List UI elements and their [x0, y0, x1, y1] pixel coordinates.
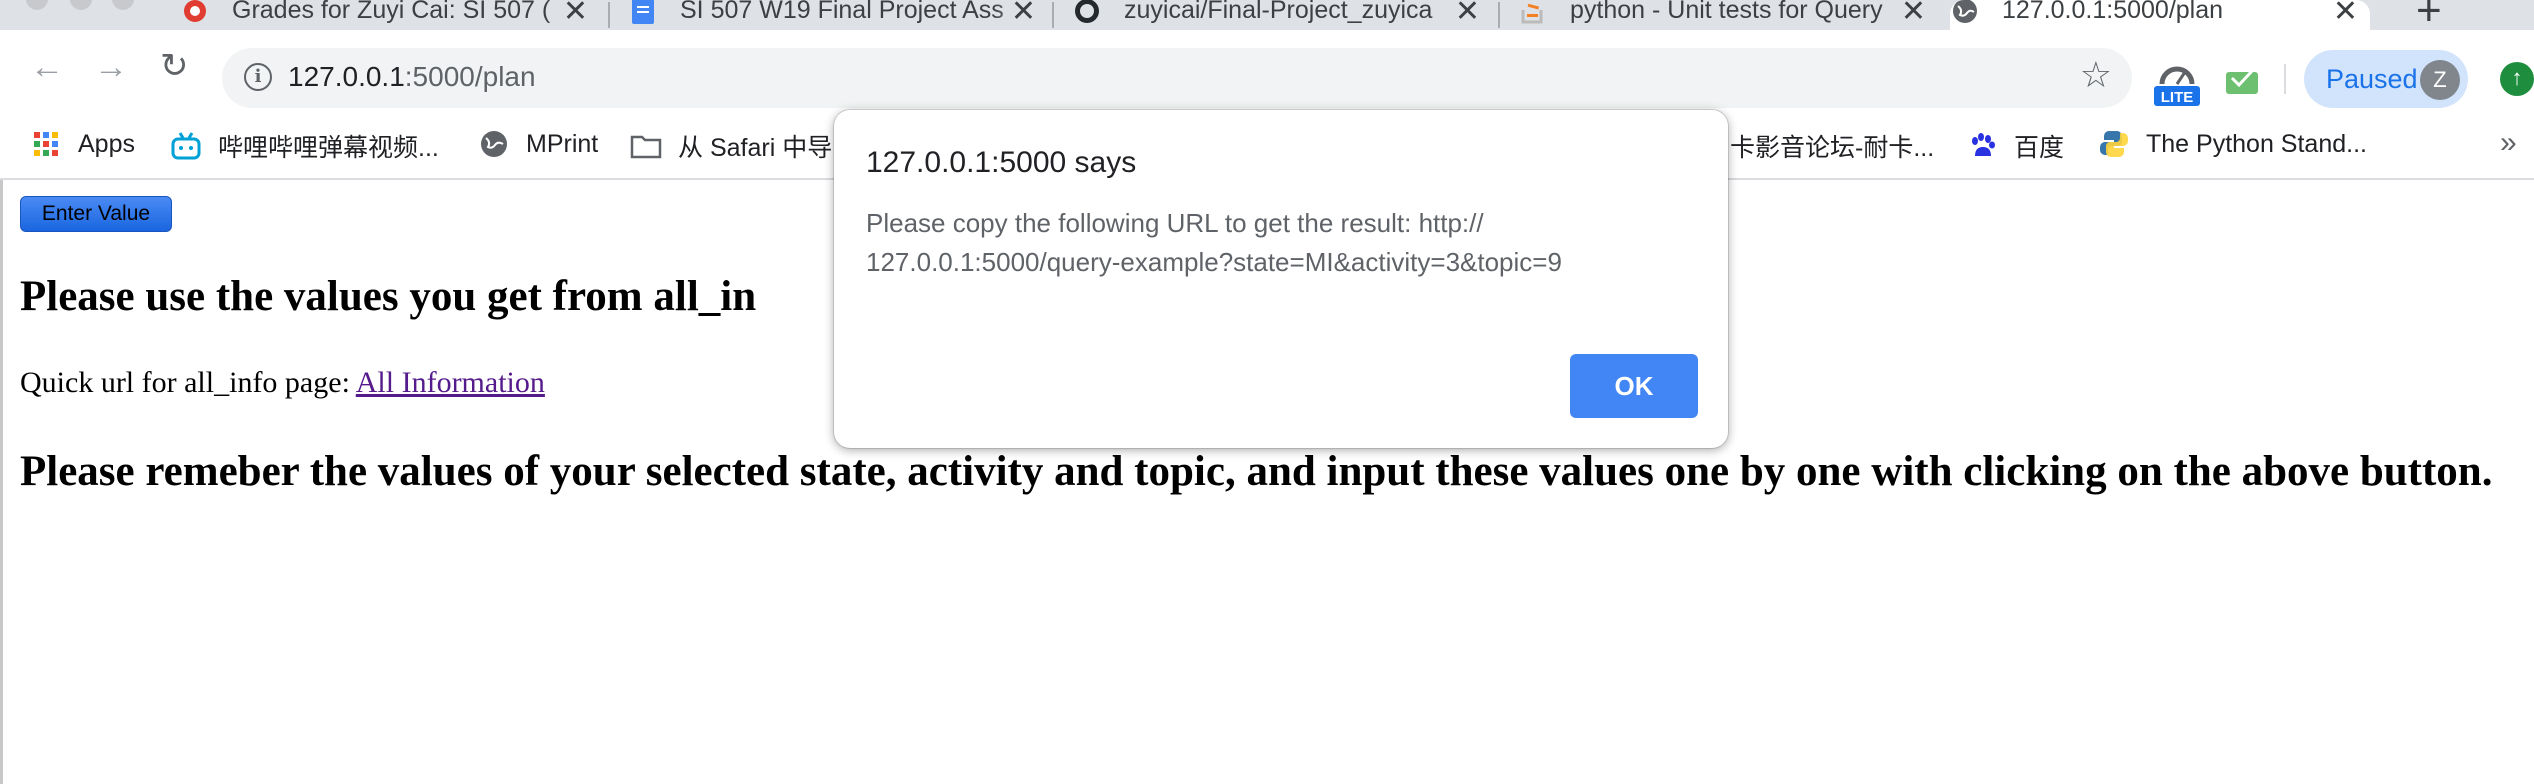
bookmark-safari-folder[interactable]: 从 Safari 中导 — [630, 128, 832, 164]
url-text[interactable]: 127.0.0.1:5000/plan — [288, 61, 536, 93]
address-bar[interactable]: i 127.0.0.1:5000/plan ☆ — [222, 48, 2132, 108]
close-icon[interactable]: ✕ — [1901, 0, 1926, 29]
quick-url-prefix: Quick url for all_info page: — [20, 366, 356, 399]
reload-icon[interactable]: ↻ — [160, 46, 189, 86]
globe-icon — [478, 128, 510, 160]
close-icon[interactable]: ✕ — [2333, 0, 2358, 29]
tab-title: 127.0.0.1:5000/plan — [2002, 0, 2224, 24]
url-host: 127.0.0.1 — [288, 61, 405, 92]
quick-url-line: Quick url for all_info page: All Informa… — [20, 366, 545, 400]
close-icon[interactable]: ✕ — [1455, 0, 1480, 29]
bookmark-apps[interactable]: Apps — [30, 128, 135, 160]
stackoverflow-icon — [1518, 0, 1548, 30]
bookmark-label: 哔哩哔哩弹幕视频... — [218, 134, 439, 162]
extension-inbox-icon[interactable] — [2224, 62, 2260, 96]
dialog-title: 127.0.0.1:5000 says — [866, 146, 1137, 179]
tab-plan-active[interactable]: 127.0.0.1:5000/plan ✕ — [1950, 0, 2370, 30]
url-path: :5000/plan — [404, 61, 536, 92]
back-arrow-icon[interactable]: ← — [30, 48, 64, 87]
bookmark-label: 卡影音论坛-耐卡... — [1730, 134, 1935, 162]
forward-arrow-icon[interactable]: → — [94, 48, 128, 87]
tab-stackoverflow[interactable]: python - Unit tests for Query ✕ — [1518, 0, 1938, 30]
tab-grades[interactable]: Grades for Zuyi Cai: SI 507 ( ✕ — [180, 0, 600, 30]
bookmarks-overflow-chevron-icon[interactable]: » — [2500, 126, 2517, 160]
data-saver-lite-icon[interactable]: LITE — [2152, 60, 2202, 108]
baidu-paw-icon — [1966, 130, 1998, 162]
toolbar-separator — [2284, 64, 2286, 94]
github-icon — [1072, 0, 1102, 30]
tab-separator — [1498, 2, 1500, 28]
close-icon[interactable]: ✕ — [563, 0, 588, 29]
page-left-edge — [0, 180, 3, 784]
tab-separator — [1052, 2, 1054, 28]
folder-icon — [630, 130, 662, 162]
alert-dialog: 127.0.0.1:5000 says Please copy the foll… — [834, 110, 1728, 448]
tab-final-project-doc[interactable]: SI 507 W19 Final Project Ass ✕ — [628, 0, 1048, 30]
bookmark-label: Apps — [78, 129, 135, 158]
update-arrow-icon[interactable]: ↑ — [2500, 62, 2534, 96]
site-info-icon[interactable]: i — [244, 63, 272, 91]
apps-grid-icon — [30, 128, 62, 160]
tab-title: SI 507 W19 Final Project Ass — [680, 0, 1004, 24]
bookmark-star-icon[interactable]: ☆ — [2080, 54, 2112, 96]
all-information-link[interactable]: All Information — [356, 366, 545, 399]
dialog-message: Please copy the following URL to get the… — [866, 204, 1626, 282]
dialog-message-line-2: 127.0.0.1:5000/query-example?state=MI&ac… — [866, 247, 1562, 277]
bilibili-icon — [170, 130, 202, 162]
tab-separator — [608, 2, 610, 28]
lite-badge-text: LITE — [2161, 89, 2194, 106]
window-close-dot[interactable] — [26, 0, 48, 10]
ok-button[interactable]: OK — [1570, 354, 1698, 418]
tab-github[interactable]: zuyicai/Final-Project_zuyica ✕ — [1072, 0, 1492, 30]
tab-title: Grades for Zuyi Cai: SI 507 ( — [232, 0, 551, 24]
bookmark-baidu[interactable]: 百度 — [1966, 128, 2064, 164]
window-minimize-dot[interactable] — [70, 0, 92, 10]
tab-title: zuyicai/Final-Project_zuyica — [1124, 0, 1433, 24]
tab-strip: Grades for Zuyi Cai: SI 507 ( ✕ SI 507 W… — [0, 0, 2534, 35]
globe-icon — [1950, 0, 1980, 30]
bookmark-label: 百度 — [2014, 134, 2065, 162]
bookmark-label: 从 Safari 中导 — [678, 134, 833, 162]
close-icon[interactable]: ✕ — [1011, 0, 1036, 29]
window-zoom-dot[interactable] — [112, 0, 134, 10]
bookmark-label: MPrint — [526, 129, 599, 158]
instruction-heading: Please use the values you get from all_i… — [20, 273, 757, 320]
python-icon — [2098, 128, 2130, 160]
tab-title: python - Unit tests for Query — [1570, 0, 1883, 24]
bookmark-python-docs[interactable]: The Python Stand... — [2098, 128, 2367, 160]
bookmark-bilibili[interactable]: 哔哩哔哩弹幕视频... — [170, 128, 439, 164]
avatar: Z — [2420, 60, 2460, 100]
reminder-heading: Please remeber the values of your select… — [20, 448, 2493, 495]
paused-label: Paused — [2326, 64, 2418, 94]
umich-block-m-icon — [180, 0, 210, 30]
enter-value-button[interactable]: Enter Value — [20, 196, 172, 232]
bookmark-naika-forum[interactable]: 卡影音论坛-耐卡... — [1730, 128, 1934, 164]
google-docs-icon — [628, 0, 658, 30]
bookmark-mprint[interactable]: MPrint — [478, 128, 598, 160]
bookmark-label: The Python Stand... — [2146, 129, 2367, 158]
dialog-message-line-1: Please copy the following URL to get the… — [866, 208, 1484, 238]
profile-paused-button[interactable]: Paused Z — [2304, 50, 2468, 108]
